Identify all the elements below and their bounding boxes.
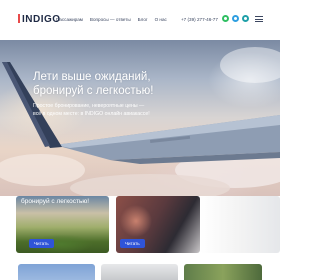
logo-mark (18, 14, 20, 23)
hero-title: Лети выше ожиданий, бронируй с легкостью… (33, 71, 154, 97)
telegram-icon[interactable] (232, 15, 239, 22)
blog-card-partial[interactable] (200, 196, 280, 253)
blog-card-sky[interactable] (18, 264, 95, 280)
blog-card-person[interactable] (101, 264, 178, 280)
viber-icon[interactable] (242, 15, 249, 22)
hero-banner: Лети выше ожиданий, бронируй с легкостью… (0, 40, 280, 196)
whatsapp-icon[interactable] (222, 15, 229, 22)
main-nav: Пассажирам Вопросы — ответы Блог О нас (56, 17, 167, 22)
read-button[interactable]: Читать (29, 239, 54, 248)
hero-subtitle: Простое бронирование, невероятные цены —… (33, 103, 150, 118)
logo-text: INDIGO (22, 14, 61, 25)
card-title: бронируй с легкостью! (21, 198, 90, 205)
nav-item-blog[interactable]: Блог (138, 17, 148, 22)
site-header: INDIGO Пассажирам Вопросы — ответы Блог … (0, 0, 280, 45)
read-button[interactable]: Читать (120, 239, 145, 248)
nav-item-faq[interactable]: Вопросы — ответы (90, 17, 131, 22)
phone-number[interactable]: +7 (39) 277-46-77 (181, 17, 218, 22)
nav-item-passengers[interactable]: Пассажирам (56, 17, 83, 22)
blog-card-nature[interactable] (184, 264, 262, 280)
burger-menu-icon[interactable] (255, 16, 263, 22)
nav-item-about[interactable]: О нас (155, 17, 167, 22)
logo[interactable]: INDIGO (18, 14, 61, 25)
